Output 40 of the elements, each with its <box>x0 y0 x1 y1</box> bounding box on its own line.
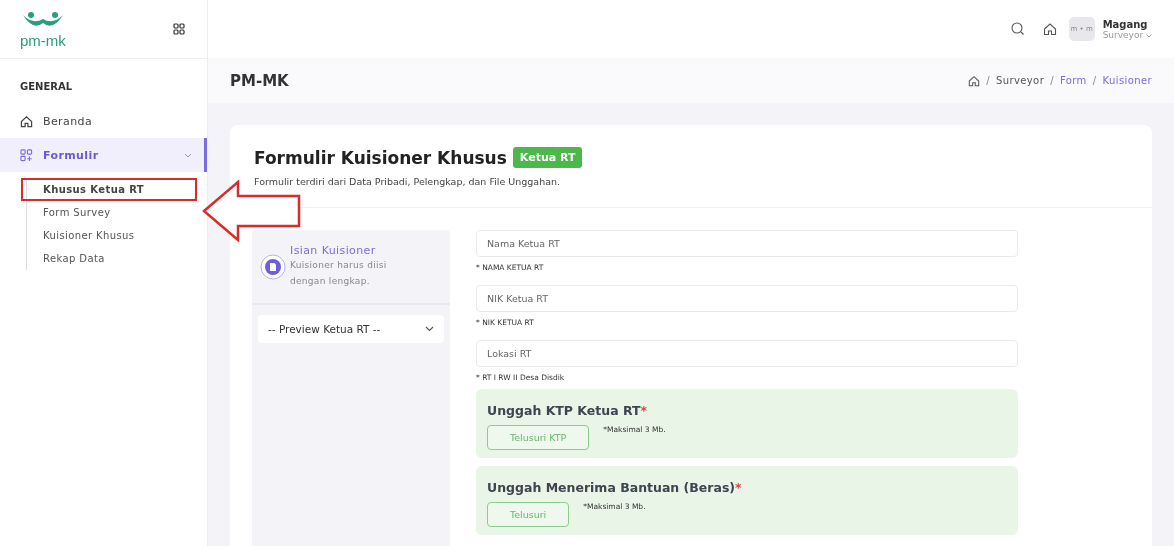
page-title: PM-MK <box>230 71 289 90</box>
upload-title: Unggah KTP Ketua RT* <box>487 403 648 418</box>
breadcrumb-item: Surveyor <box>995 75 1045 86</box>
breadcrumb-item[interactable]: Kuisioner <box>1102 75 1152 86</box>
breadcrumb-separator: / <box>986 75 990 86</box>
submenu-item[interactable]: Form Survey <box>27 201 115 224</box>
form-subtitle: Formulir terdiri dari Data Pribadi, Pelengkap, dan File Unggahan. <box>254 176 562 187</box>
text-field[interactable]: Lokasi RT <box>476 340 1018 367</box>
home-icon <box>20 114 33 128</box>
home-icon[interactable] <box>968 74 981 87</box>
nav-item[interactable]: Formulir <box>0 138 207 172</box>
text-field[interactable]: Nama Ketua RT <box>476 230 1018 257</box>
browse-button[interactable]: Telusuri <box>487 502 570 527</box>
apps-icon <box>20 148 33 162</box>
preview-select[interactable]: -- Preview Ketua RT -- <box>258 315 444 343</box>
text-field[interactable]: NIK Ketua RT <box>476 285 1018 312</box>
user-name: Magang <box>1102 18 1149 30</box>
logo-text: pm-mk <box>20 32 66 48</box>
role-badge: Ketua RT <box>512 147 583 168</box>
submenu-item[interactable]: Rekap Data <box>27 247 109 270</box>
browse-button[interactable]: Telusuri KTP <box>487 425 590 450</box>
breadcrumb-item[interactable]: Form <box>1059 75 1087 86</box>
upload-title: Unggah Menerima Bantuan (Beras)* <box>487 480 742 495</box>
nav-item[interactable]: Beranda <box>0 104 207 138</box>
form-title: Formulir Kuisioner Khusus <box>254 147 507 168</box>
search-icon[interactable] <box>1010 22 1025 36</box>
home-icon[interactable] <box>1042 22 1057 36</box>
section-heading: GENERAL <box>19 81 74 92</box>
submenu-item[interactable]: Khusus Ketua RT <box>27 180 195 199</box>
breadcrumb-separator: / <box>1050 75 1054 86</box>
chevron-icon <box>184 152 192 158</box>
submenu-item[interactable]: Kuisioner Khusus <box>27 224 139 247</box>
breadcrumb-separator: / <box>1092 75 1097 86</box>
panel-description: Kuisioner harus diisi dengan lengkap. <box>290 259 388 288</box>
panel-title: Isian Kuisioner <box>290 244 377 257</box>
document-icon <box>260 253 286 280</box>
user-role-dropdown[interactable]: Surveyor <box>1102 29 1152 40</box>
chevron-icon <box>1146 33 1152 38</box>
grid-icon[interactable] <box>173 23 185 35</box>
chevron-icon <box>425 326 434 332</box>
